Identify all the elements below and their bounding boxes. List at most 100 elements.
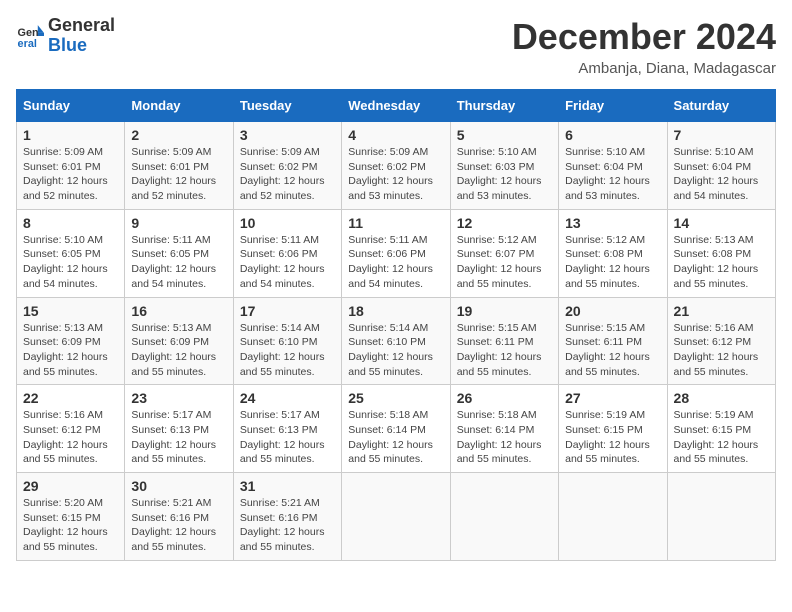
day-number: 15 xyxy=(23,303,118,319)
day-info: Sunrise: 5:10 AM Sunset: 6:05 PM Dayligh… xyxy=(23,233,118,292)
calendar-cell xyxy=(450,473,558,561)
day-info: Sunrise: 5:15 AM Sunset: 6:11 PM Dayligh… xyxy=(457,321,552,380)
logo: Gen eral General Blue xyxy=(16,16,115,56)
day-info: Sunrise: 5:10 AM Sunset: 6:04 PM Dayligh… xyxy=(674,145,769,204)
calendar-cell xyxy=(667,473,775,561)
day-info: Sunrise: 5:12 AM Sunset: 6:08 PM Dayligh… xyxy=(565,233,660,292)
day-number: 29 xyxy=(23,478,118,494)
svg-text:eral: eral xyxy=(18,38,37,50)
calendar-cell: 5 Sunrise: 5:10 AM Sunset: 6:03 PM Daylig… xyxy=(450,122,558,210)
day-info: Sunrise: 5:17 AM Sunset: 6:13 PM Dayligh… xyxy=(131,408,226,467)
day-number: 6 xyxy=(565,127,660,143)
calendar-cell: 7 Sunrise: 5:10 AM Sunset: 6:04 PM Daylig… xyxy=(667,122,775,210)
day-info: Sunrise: 5:11 AM Sunset: 6:06 PM Dayligh… xyxy=(348,233,443,292)
calendar-cell: 15 Sunrise: 5:13 AM Sunset: 6:09 PM Dayli… xyxy=(17,297,125,385)
page-title: December 2024 xyxy=(512,16,776,58)
day-number: 2 xyxy=(131,127,226,143)
calendar-cell: 29Sunrise: 5:20 AM Sunset: 6:15 PM Dayli… xyxy=(17,473,125,561)
day-info: Sunrise: 5:14 AM Sunset: 6:10 PM Dayligh… xyxy=(348,321,443,380)
day-info: Sunrise: 5:19 AM Sunset: 6:15 PM Dayligh… xyxy=(674,408,769,467)
day-number: 27 xyxy=(565,390,660,406)
calendar-cell: 3Sunrise: 5:09 AM Sunset: 6:02 PM Daylig… xyxy=(233,122,341,210)
calendar-week-row: 29Sunrise: 5:20 AM Sunset: 6:15 PM Dayli… xyxy=(17,473,776,561)
calendar-week-row: 15 Sunrise: 5:13 AM Sunset: 6:09 PM Dayli… xyxy=(17,297,776,385)
day-info: Sunrise: 5:09 AM Sunset: 6:02 PM Dayligh… xyxy=(240,145,335,204)
day-info: Sunrise: 5:21 AM Sunset: 6:16 PM Dayligh… xyxy=(240,496,335,555)
day-number: 21 xyxy=(674,303,769,319)
calendar-cell: 27 Sunrise: 5:19 AM Sunset: 6:15 PM Dayli… xyxy=(559,385,667,473)
day-info: Sunrise: 5:13 AM Sunset: 6:08 PM Dayligh… xyxy=(674,233,769,292)
day-number: 28 xyxy=(674,390,769,406)
calendar-week-row: 1 Sunrise: 5:09 AM Sunset: 6:01 PM Daylig… xyxy=(17,122,776,210)
day-info: Sunrise: 5:09 AM Sunset: 6:02 PM Dayligh… xyxy=(348,145,443,204)
day-number: 19 xyxy=(457,303,552,319)
day-of-week-header: Wednesday xyxy=(342,90,450,122)
calendar-cell: 24Sunrise: 5:17 AM Sunset: 6:13 PM Dayli… xyxy=(233,385,341,473)
day-number: 11 xyxy=(348,215,443,231)
day-info: Sunrise: 5:10 AM Sunset: 6:04 PM Dayligh… xyxy=(565,145,660,204)
calendar-week-row: 8 Sunrise: 5:10 AM Sunset: 6:05 PM Daylig… xyxy=(17,209,776,297)
calendar-cell: 31 Sunrise: 5:21 AM Sunset: 6:16 PM Dayli… xyxy=(233,473,341,561)
day-number: 24 xyxy=(240,390,335,406)
logo-text: General Blue xyxy=(48,16,115,56)
day-info: Sunrise: 5:19 AM Sunset: 6:15 PM Dayligh… xyxy=(565,408,660,467)
day-info: Sunrise: 5:15 AM Sunset: 6:11 PM Dayligh… xyxy=(565,321,660,380)
day-number: 1 xyxy=(23,127,118,143)
day-info: Sunrise: 5:11 AM Sunset: 6:06 PM Dayligh… xyxy=(240,233,335,292)
day-number: 7 xyxy=(674,127,769,143)
logo-line1: General xyxy=(48,15,115,35)
day-info: Sunrise: 5:14 AM Sunset: 6:10 PM Dayligh… xyxy=(240,321,335,380)
calendar-cell: 11 Sunrise: 5:11 AM Sunset: 6:06 PM Dayli… xyxy=(342,209,450,297)
calendar-week-row: 22 Sunrise: 5:16 AM Sunset: 6:12 PM Dayli… xyxy=(17,385,776,473)
title-section: December 2024 Ambanja, Diana, Madagascar xyxy=(512,16,776,77)
day-number: 26 xyxy=(457,390,552,406)
calendar-cell: 26Sunrise: 5:18 AM Sunset: 6:14 PM Dayli… xyxy=(450,385,558,473)
calendar-cell: 20 Sunrise: 5:15 AM Sunset: 6:11 PM Dayli… xyxy=(559,297,667,385)
calendar-cell: 22 Sunrise: 5:16 AM Sunset: 6:12 PM Dayli… xyxy=(17,385,125,473)
day-number: 5 xyxy=(457,127,552,143)
calendar-cell xyxy=(342,473,450,561)
calendar-cell: 19 Sunrise: 5:15 AM Sunset: 6:11 PM Dayli… xyxy=(450,297,558,385)
day-number: 30 xyxy=(131,478,226,494)
day-number: 23 xyxy=(131,390,226,406)
day-info: Sunrise: 5:12 AM Sunset: 6:07 PM Dayligh… xyxy=(457,233,552,292)
day-info: Sunrise: 5:18 AM Sunset: 6:14 PM Dayligh… xyxy=(348,408,443,467)
calendar-cell: 12 Sunrise: 5:12 AM Sunset: 6:07 PM Dayli… xyxy=(450,209,558,297)
day-info: Sunrise: 5:16 AM Sunset: 6:12 PM Dayligh… xyxy=(23,408,118,467)
day-number: 31 xyxy=(240,478,335,494)
calendar-cell: 8 Sunrise: 5:10 AM Sunset: 6:05 PM Daylig… xyxy=(17,209,125,297)
day-of-week-header: Thursday xyxy=(450,90,558,122)
calendar-cell: 13 Sunrise: 5:12 AM Sunset: 6:08 PM Dayli… xyxy=(559,209,667,297)
day-number: 25 xyxy=(348,390,443,406)
day-info: Sunrise: 5:09 AM Sunset: 6:01 PM Dayligh… xyxy=(131,145,226,204)
day-number: 16 xyxy=(131,303,226,319)
calendar-cell: 30Sunrise: 5:21 AM Sunset: 6:16 PM Dayli… xyxy=(125,473,233,561)
day-of-week-header: Monday xyxy=(125,90,233,122)
day-number: 14 xyxy=(674,215,769,231)
calendar-cell: 10 Sunrise: 5:11 AM Sunset: 6:06 PM Dayli… xyxy=(233,209,341,297)
day-of-week-header: Saturday xyxy=(667,90,775,122)
calendar-cell: 4Sunrise: 5:09 AM Sunset: 6:02 PM Daylig… xyxy=(342,122,450,210)
day-number: 12 xyxy=(457,215,552,231)
logo-icon: Gen eral xyxy=(16,22,44,50)
day-number: 22 xyxy=(23,390,118,406)
day-number: 8 xyxy=(23,215,118,231)
calendar-cell: 25 Sunrise: 5:18 AM Sunset: 6:14 PM Dayli… xyxy=(342,385,450,473)
page-subtitle: Ambanja, Diana, Madagascar xyxy=(512,60,776,77)
day-number: 18 xyxy=(348,303,443,319)
day-number: 13 xyxy=(565,215,660,231)
day-of-week-header: Tuesday xyxy=(233,90,341,122)
day-info: Sunrise: 5:13 AM Sunset: 6:09 PM Dayligh… xyxy=(23,321,118,380)
day-info: Sunrise: 5:10 AM Sunset: 6:03 PM Dayligh… xyxy=(457,145,552,204)
calendar-cell: 1 Sunrise: 5:09 AM Sunset: 6:01 PM Daylig… xyxy=(17,122,125,210)
day-info: Sunrise: 5:09 AM Sunset: 6:01 PM Dayligh… xyxy=(23,145,118,204)
day-number: 10 xyxy=(240,215,335,231)
day-number: 17 xyxy=(240,303,335,319)
day-info: Sunrise: 5:11 AM Sunset: 6:05 PM Dayligh… xyxy=(131,233,226,292)
day-number: 20 xyxy=(565,303,660,319)
calendar-cell: 6 Sunrise: 5:10 AM Sunset: 6:04 PM Daylig… xyxy=(559,122,667,210)
calendar-cell: 16Sunrise: 5:13 AM Sunset: 6:09 PM Dayli… xyxy=(125,297,233,385)
logo-line2: Blue xyxy=(48,35,87,55)
day-number: 9 xyxy=(131,215,226,231)
calendar-table: SundayMondayTuesdayWednesdayThursdayFrid… xyxy=(16,89,776,561)
